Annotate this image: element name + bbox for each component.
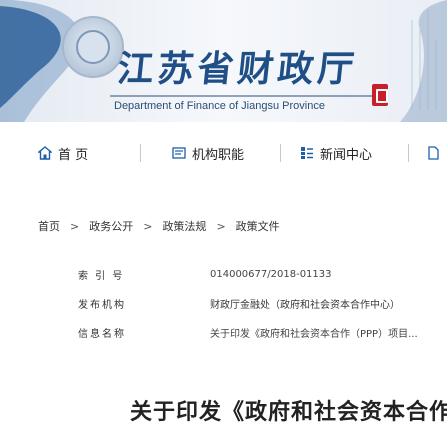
nav-item-label: 首 页 bbox=[58, 147, 89, 163]
emblem-logo bbox=[62, 16, 124, 78]
breadcrumb-item-policy[interactable]: 政策法规 bbox=[162, 218, 206, 234]
site-title: 江苏省财政厅 bbox=[115, 48, 360, 90]
news-icon bbox=[301, 147, 313, 159]
nav-item-news[interactable]: 新闻中心 bbox=[300, 138, 372, 168]
breadcrumb: 首页 > 政务公开 > 政策法规 > 政策文件 bbox=[38, 218, 280, 234]
chevron-right-icon: > bbox=[143, 219, 153, 233]
info-value: 关于印发《政府和社会资本合作（PPP）项目... bbox=[210, 329, 418, 340]
article-title: 关于印发《政府和社会资本合作 bbox=[130, 399, 447, 425]
chevron-right-icon: > bbox=[70, 219, 80, 233]
breadcrumb-item-documents[interactable]: 政策文件 bbox=[236, 218, 280, 234]
nav-divider bbox=[140, 144, 141, 162]
info-row-publisher: 发布机构 财政厅金融处（政府和社会资本合作中心） bbox=[78, 289, 447, 318]
info-label: 发布机构 bbox=[78, 300, 126, 311]
nav-item-info[interactable] bbox=[426, 138, 440, 168]
info-value: 财政厅金融处（政府和社会资本合作中心） bbox=[210, 300, 400, 311]
breadcrumb-item-home[interactable]: 首页 bbox=[38, 218, 60, 234]
nav-item-organization[interactable]: 机构职能 bbox=[172, 138, 244, 168]
seal-mark-icon bbox=[372, 84, 388, 106]
org-chart-icon bbox=[172, 147, 186, 159]
nav-divider bbox=[408, 144, 409, 162]
nav-item-label: 机构职能 bbox=[192, 147, 245, 163]
nav-item-label: 新闻中心 bbox=[320, 147, 373, 163]
info-label: 信息名称 bbox=[78, 329, 126, 340]
site-banner: 江苏省财政厅 Department of Finance of Jiangsu … bbox=[0, 0, 447, 122]
info-row-index: 索 引 号 014000677/2018-01133 bbox=[78, 260, 447, 289]
nav-divider bbox=[280, 144, 281, 162]
breadcrumb-item-public[interactable]: 政务公开 bbox=[89, 218, 133, 234]
main-nav: 首 页 机构职能 新闻中心 bbox=[0, 138, 447, 168]
home-icon bbox=[38, 146, 52, 160]
info-value: 014000677/2018-01133 bbox=[210, 269, 332, 280]
chevron-right-icon: > bbox=[216, 219, 226, 233]
info-label: 索 引 号 bbox=[78, 271, 125, 282]
nav-item-home[interactable]: 首 页 bbox=[38, 138, 88, 168]
site-subtitle: Department of Finance of Jiangsu Provinc… bbox=[114, 100, 325, 112]
document-icon bbox=[428, 146, 439, 160]
document-info-table: 索 引 号 014000677/2018-01133 发布机构 财政厅金融处（政… bbox=[78, 260, 447, 347]
info-row-name: 信息名称 关于印发《政府和社会资本合作（PPP）项目... bbox=[78, 318, 447, 347]
